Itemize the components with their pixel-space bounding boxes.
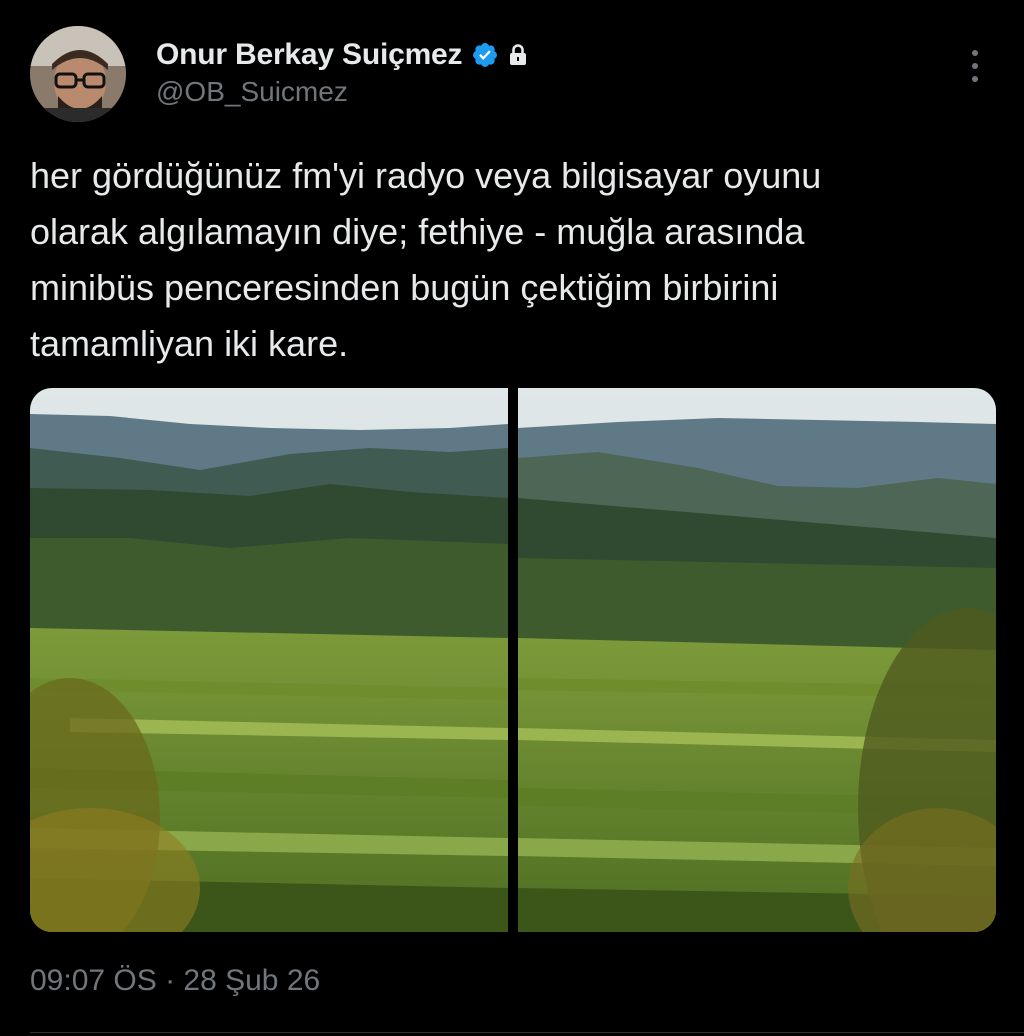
landscape-photo-2[interactable] <box>518 388 996 932</box>
lock-icon <box>510 44 527 65</box>
divider <box>30 1032 1024 1033</box>
tweet-media[interactable] <box>30 388 996 932</box>
verified-badge-icon[interactable] <box>471 41 499 69</box>
person-avatar-icon <box>30 26 126 122</box>
author-display-name[interactable]: Onur Berkay Suiçmez <box>156 38 463 72</box>
author-avatar[interactable] <box>30 26 126 122</box>
landscape-image <box>518 388 996 932</box>
tweet-timestamp[interactable]: 09:07 ÖS · 28 Şub 26 <box>30 964 320 998</box>
tweet-text: her gördüğünüz fm'yi radyo veya bilgisay… <box>30 155 822 364</box>
author-handle[interactable]: @OB_Suicmez <box>156 76 348 108</box>
author-name-row[interactable]: Onur Berkay Suiçmez <box>156 36 529 74</box>
landscape-photo-1[interactable] <box>30 388 508 932</box>
landscape-image <box>30 388 508 932</box>
more-options-icon[interactable] <box>962 46 988 86</box>
